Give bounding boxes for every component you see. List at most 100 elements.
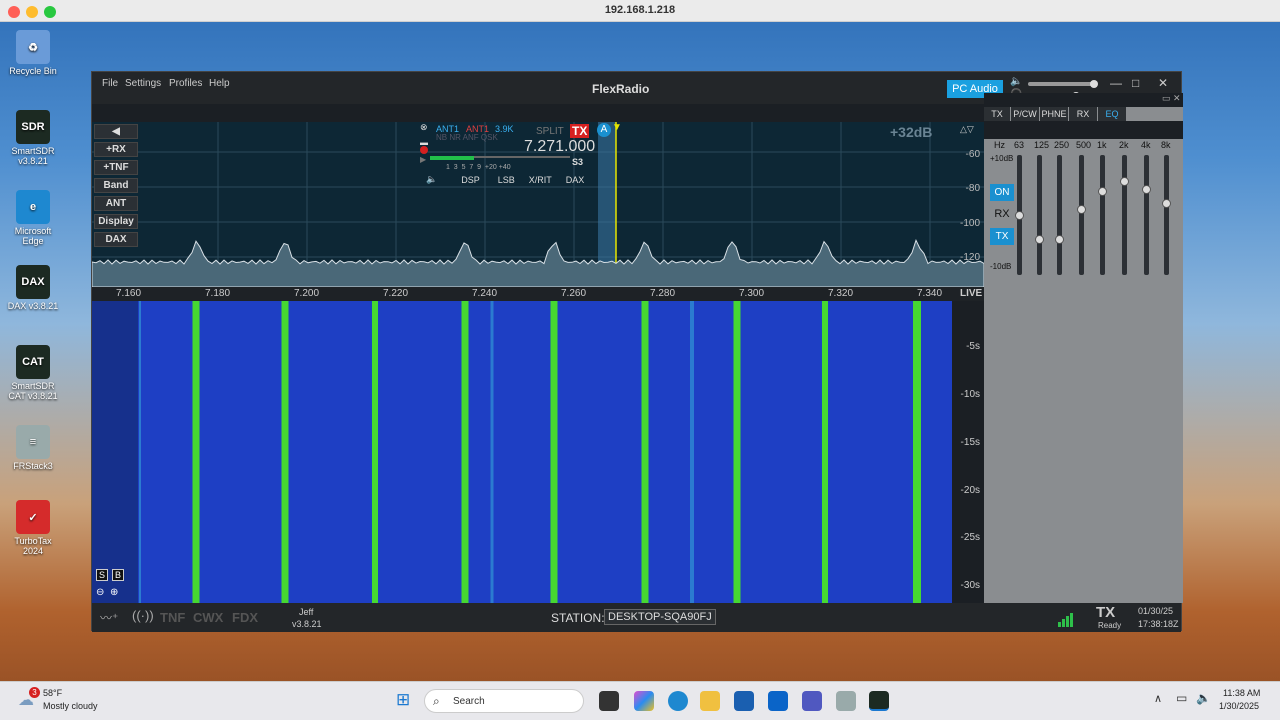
eq-slider-track[interactable] xyxy=(1037,155,1042,275)
tx-slice-badge[interactable]: TX xyxy=(570,124,590,138)
desktop-icon[interactable]: DAX DAX v3.8.21 xyxy=(4,265,62,311)
eq-slider-knob[interactable] xyxy=(1055,235,1064,244)
tab-pcw[interactable]: P/CW xyxy=(1011,107,1039,121)
band-button[interactable]: Band xyxy=(94,178,138,193)
clock-time[interactable]: 11:38 AM xyxy=(1223,688,1260,698)
eq-slider-knob[interactable] xyxy=(1035,235,1044,244)
panel-close-icon[interactable]: ▭ ✕ xyxy=(1162,93,1181,104)
waterfall-signal xyxy=(461,301,469,603)
eq-band-label: 500 xyxy=(1076,140,1092,150)
task-view-icon[interactable] xyxy=(599,691,619,711)
eq-slider-track[interactable] xyxy=(1079,155,1084,275)
minimize-button[interactable]: — xyxy=(1110,76,1122,90)
eq-slider-track[interactable] xyxy=(1100,155,1105,275)
slice-flag[interactable]: ⊗ ANT1 ANT1 3.9K NB NR ANF QSK SPLIT TX … xyxy=(420,122,614,188)
menu-file[interactable]: File xyxy=(102,78,118,89)
s-button[interactable]: S xyxy=(96,569,109,581)
eq-rx-button[interactable]: RX xyxy=(990,206,1014,223)
eq-slider-track[interactable] xyxy=(1164,155,1169,275)
add-rx-button[interactable]: +RX xyxy=(94,142,138,157)
eq-slider-knob[interactable] xyxy=(1077,205,1086,214)
frequency-axis[interactable]: 7.160 7.180 7.200 7.220 7.240 7.260 7.28… xyxy=(92,287,984,301)
tab-xrit[interactable]: X/RIT xyxy=(529,175,552,185)
b-button[interactable]: B xyxy=(112,569,125,581)
tab-dsp[interactable]: DSP xyxy=(461,175,480,185)
waterfall-signal xyxy=(822,301,828,603)
menu-profiles[interactable]: Profiles xyxy=(169,78,202,89)
desktop-icon[interactable]: ♻ Recycle Bin xyxy=(4,30,62,76)
weather-desc[interactable]: Mostly cloudy xyxy=(43,701,98,711)
close-slice-icon[interactable]: ⊗ xyxy=(420,122,428,133)
eq-slider-knob[interactable] xyxy=(1142,184,1151,194)
copilot-icon[interactable] xyxy=(634,691,654,711)
edge-icon[interactable] xyxy=(668,691,688,711)
tab-rx[interactable]: RX xyxy=(1069,107,1097,121)
desktop-icon[interactable]: ✓ TurboTax 2024 xyxy=(4,500,62,556)
eq-slider-track[interactable] xyxy=(1057,155,1062,275)
smartsdr-task-icon[interactable] xyxy=(869,691,889,711)
outlook-icon[interactable] xyxy=(768,691,788,711)
frstack-icon[interactable] xyxy=(836,691,856,711)
app-icon: CAT xyxy=(16,345,50,379)
station-name[interactable]: DESKTOP-SQA90FJ xyxy=(604,609,716,625)
menu-help[interactable]: Help xyxy=(209,78,230,89)
eq-slider-knob[interactable] xyxy=(1162,199,1171,208)
tab-eq[interactable]: EQ xyxy=(1098,107,1126,121)
teams-icon[interactable] xyxy=(802,691,822,711)
eq-slider-knob[interactable] xyxy=(1120,177,1129,187)
tnf-toggle[interactable]: TNF xyxy=(160,610,185,625)
file-explorer-icon[interactable] xyxy=(700,691,720,711)
clock-date[interactable]: 1/30/2025 xyxy=(1219,701,1259,711)
close-button[interactable]: ✕ xyxy=(1158,76,1168,90)
eq-tx-button[interactable]: TX xyxy=(990,228,1014,245)
waterfall[interactable]: S B ⊖ ⊕ xyxy=(92,301,952,603)
split-label[interactable]: SPLIT xyxy=(536,126,564,137)
panadapter[interactable]: ◀ +RX +TNF Band ANT Display DAX +32dB △▽… xyxy=(92,122,984,287)
tx-status[interactable]: TX xyxy=(1096,604,1115,621)
eq-hz-label: Hz xyxy=(994,140,1005,150)
tab-dax[interactable]: DAX xyxy=(566,175,585,185)
desktop-icon[interactable]: e Microsoft Edge xyxy=(4,190,62,246)
search-box[interactable]: ⌕ Search xyxy=(424,689,584,713)
ant-button[interactable]: ANT xyxy=(94,196,138,211)
eq-slider-knob[interactable] xyxy=(1015,211,1024,220)
slice-frequency[interactable]: 7.271.000 xyxy=(524,138,595,156)
desktop-icon[interactable]: CAT SmartSDR CAT v3.8.21 xyxy=(4,345,62,401)
zoom-out-icon[interactable]: ⊖ xyxy=(96,587,104,598)
network-icon[interactable]: ▭ xyxy=(1176,691,1187,705)
record-icon[interactable] xyxy=(420,146,428,154)
eq-on-button[interactable]: ON xyxy=(990,184,1014,201)
collapse-button[interactable]: ◀ xyxy=(94,124,138,139)
dax-button[interactable]: DAX xyxy=(94,232,138,247)
desktop-icon[interactable]: ≡ FRStack3 xyxy=(4,425,62,471)
waveform-icon[interactable]: 〰⁺ xyxy=(100,609,118,626)
wireless-icon[interactable]: ((·)) xyxy=(132,608,154,623)
fdx-toggle[interactable]: FDX xyxy=(232,610,258,625)
start-icon[interactable]: ⊞ xyxy=(396,690,410,710)
eq-slider-track[interactable] xyxy=(1144,155,1149,275)
eq-slider-knob[interactable] xyxy=(1098,187,1107,196)
volume-slider[interactable] xyxy=(1028,80,1098,88)
dsp-flags: NB NR ANF QSK xyxy=(436,133,498,142)
tab-tx[interactable]: TX xyxy=(984,107,1010,121)
store-icon[interactable] xyxy=(734,691,754,711)
display-button[interactable]: Display xyxy=(94,214,138,229)
zoom-arrows-icon[interactable]: △▽ xyxy=(960,124,974,135)
add-tnf-button[interactable]: +TNF xyxy=(94,160,138,175)
tab-phne[interactable]: PHNE xyxy=(1040,107,1068,121)
weather-temp[interactable]: 58°F xyxy=(43,688,62,698)
s-meter-bar xyxy=(430,156,474,160)
app-icon: SDR xyxy=(16,110,50,144)
desktop-icon[interactable]: SDR SmartSDR v3.8.21 xyxy=(4,110,62,166)
tab-mode[interactable]: LSB xyxy=(498,175,515,185)
eq-slider-track[interactable] xyxy=(1122,155,1127,275)
zoom-in-icon[interactable]: ⊕ xyxy=(110,587,118,598)
menu-settings[interactable]: Settings xyxy=(125,78,161,89)
tray-chevron-icon[interactable]: ∧ xyxy=(1154,692,1162,705)
cwx-toggle[interactable]: CWX xyxy=(193,610,223,625)
volume-icon[interactable]: 🔈 xyxy=(1196,691,1211,705)
maximize-button[interactable]: □ xyxy=(1132,76,1139,90)
play-icon[interactable]: ▶ xyxy=(420,155,426,164)
volume-knob[interactable] xyxy=(1090,80,1098,88)
speaker-slice-icon[interactable]: 🔈 xyxy=(426,174,437,185)
